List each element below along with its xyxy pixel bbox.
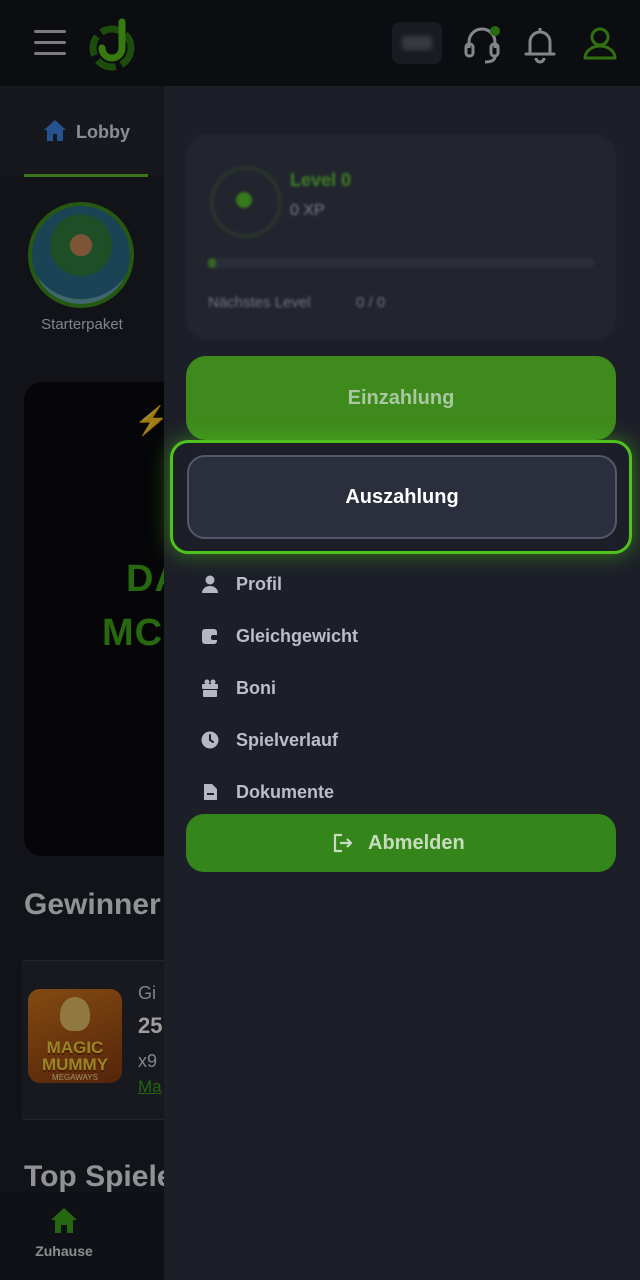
withdraw-highlight: Auszahlung xyxy=(170,440,632,554)
wallet-icon xyxy=(202,629,219,644)
menu-item-label: Profil xyxy=(236,574,283,594)
menu-item-label: Gleichgewicht xyxy=(236,626,359,646)
menu-item-profile[interactable]: Profil xyxy=(200,562,600,614)
menu-item-balance[interactable]: Gleichgewicht xyxy=(200,614,600,666)
account-menu: Profil Gleichgewicht Boni Spielverlauf D… xyxy=(200,562,600,822)
next-level-label: Nächstes Level xyxy=(208,294,311,311)
menu-item-label: Dokumente xyxy=(236,782,335,802)
logout-label: Abmelden xyxy=(368,832,465,854)
logout-icon xyxy=(333,833,353,853)
account-drawer: Level 0 0 XP Nächstes Level 0 / 0 Einzah… xyxy=(164,86,640,1280)
gift-icon xyxy=(202,679,218,697)
next-level-value: 0 / 0 xyxy=(356,294,386,311)
menu-item-bonuses[interactable]: Boni xyxy=(200,666,600,718)
clock-icon xyxy=(201,731,219,749)
level-name: Level 0 xyxy=(290,170,352,190)
level-card: Level 0 0 XP Nächstes Level 0 / 0 xyxy=(186,134,616,340)
level-badge xyxy=(210,166,282,238)
menu-item-label: Boni xyxy=(236,678,276,698)
deposit-button[interactable]: Einzahlung xyxy=(186,356,616,440)
user-icon xyxy=(202,575,218,593)
menu-item-game-history[interactable]: Spielverlauf xyxy=(200,718,600,770)
level-points: 0 XP xyxy=(290,202,325,219)
document-icon xyxy=(204,784,217,800)
menu-item-label: Spielverlauf xyxy=(236,730,339,750)
level-progress-bar xyxy=(208,258,594,268)
withdraw-button[interactable]: Auszahlung xyxy=(187,455,617,539)
logout-button[interactable]: Abmelden xyxy=(186,814,616,872)
